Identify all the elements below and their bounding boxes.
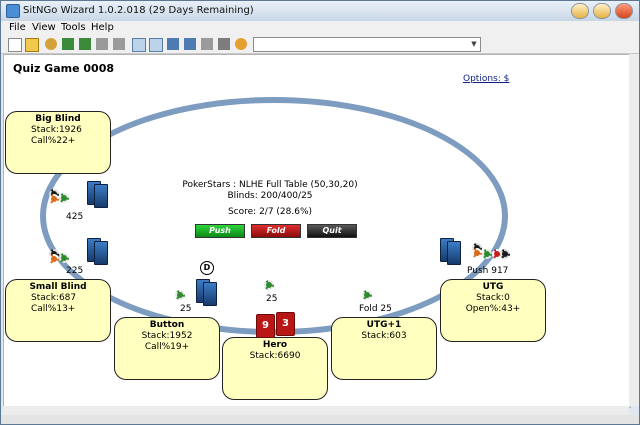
seat-small-blind: Small Blind Stack:687 Call%13+ bbox=[5, 279, 111, 342]
quiz-title: Quiz Game 0008 bbox=[13, 62, 115, 75]
forward-icon[interactable] bbox=[79, 38, 91, 50]
chip-icon bbox=[362, 290, 372, 300]
dealer-button-icon: D bbox=[200, 261, 214, 275]
app-icon bbox=[6, 4, 20, 18]
toolbar: ▼ bbox=[1, 35, 639, 54]
utg1-chip-stack bbox=[362, 290, 376, 304]
card-back-icon bbox=[94, 241, 108, 265]
button-bet-amount: 25 bbox=[180, 304, 192, 314]
menu-bar: File View Tools Help bbox=[1, 21, 639, 35]
chip-icon bbox=[482, 249, 492, 259]
table-info: PokerStars : NLHE Full Table (50,30,20) … bbox=[175, 180, 365, 218]
back-icon[interactable] bbox=[62, 38, 74, 50]
paste-icon[interactable] bbox=[149, 38, 163, 52]
card-back-icon bbox=[447, 241, 461, 265]
window-title: SitNGo Wizard 1.0.2.018 (29 Days Remaini… bbox=[23, 5, 254, 16]
table-icon[interactable] bbox=[184, 38, 196, 50]
open-folder-icon[interactable] bbox=[25, 38, 39, 52]
calculator-icon[interactable] bbox=[201, 38, 213, 50]
menu-file[interactable]: File bbox=[9, 22, 26, 33]
chip-icon bbox=[175, 290, 185, 300]
hero-chip-stack bbox=[264, 280, 278, 294]
copy-icon[interactable] bbox=[132, 38, 146, 52]
seat-info: Open%:43+ bbox=[465, 304, 521, 314]
seat-name: UTG bbox=[482, 282, 504, 292]
hero-card-1: 9 bbox=[256, 314, 275, 338]
chevron-down-icon[interactable]: ▼ bbox=[469, 39, 479, 50]
bb-chip-stack bbox=[49, 189, 69, 204]
chip-icon bbox=[59, 253, 69, 263]
seat-info: Call%13+ bbox=[31, 304, 76, 314]
new-file-icon[interactable] bbox=[8, 38, 22, 52]
seat-big-blind: Big Blind Stack:1926 Call%22+ bbox=[5, 111, 111, 174]
seat-stack: Stack:603 bbox=[361, 331, 407, 341]
utg-action: Push 917 bbox=[467, 266, 509, 276]
seat-stack: Stack:6690 bbox=[249, 351, 301, 361]
seat-name: UTG+1 bbox=[366, 320, 402, 330]
hero-bet-amount: 25 bbox=[266, 294, 278, 304]
seat-stack: Stack:687 bbox=[31, 293, 77, 303]
screen-icon[interactable] bbox=[167, 38, 179, 50]
utg1-action: Fold 25 bbox=[359, 304, 392, 314]
seat-name: Small Blind bbox=[29, 282, 87, 292]
chip-icon bbox=[500, 249, 510, 259]
close-button[interactable] bbox=[615, 3, 633, 19]
seat-utg: UTG Stack:0 Open%:43+ bbox=[440, 279, 546, 342]
bb-bet-amount: 425 bbox=[66, 212, 84, 222]
seat-stack: Stack:0 bbox=[476, 293, 510, 303]
sb-chip-stack bbox=[49, 249, 69, 264]
chip-icon bbox=[59, 193, 69, 203]
push-button[interactable]: Push bbox=[195, 224, 245, 238]
chips-icon[interactable] bbox=[45, 38, 57, 50]
minimize-button[interactable] bbox=[571, 3, 589, 19]
utg-chip-stack bbox=[472, 243, 510, 259]
seat-name: Hero bbox=[262, 340, 288, 350]
fold-button[interactable]: Fold bbox=[251, 224, 301, 238]
edit-icon[interactable] bbox=[218, 38, 230, 50]
chip-icon bbox=[472, 248, 482, 258]
table-blinds-line: Blinds: 200/400/25 bbox=[227, 191, 313, 201]
game-selector[interactable]: ▼ bbox=[253, 37, 481, 52]
seat-utg1: UTG+1 Stack:603 bbox=[331, 317, 437, 380]
maximize-button[interactable] bbox=[593, 3, 611, 19]
card-back-icon bbox=[94, 184, 108, 208]
menu-help[interactable]: Help bbox=[91, 22, 114, 33]
card-back-icon bbox=[203, 282, 217, 306]
quit-button[interactable]: Quit bbox=[307, 224, 357, 238]
quiz-score: Score: 2/7 (28.6%) bbox=[227, 207, 313, 217]
seat-hero: Hero Stack:6690 bbox=[222, 337, 328, 400]
seat-info: Call%22+ bbox=[31, 136, 76, 146]
settings-icon[interactable] bbox=[235, 38, 247, 50]
disabled-tool-2-icon[interactable] bbox=[113, 38, 125, 50]
seat-name: Big Blind bbox=[35, 114, 81, 124]
chip-icon bbox=[264, 280, 274, 290]
seat-info: Call%19+ bbox=[144, 342, 190, 352]
sb-bet-amount: 225 bbox=[66, 266, 84, 276]
chip-icon bbox=[49, 194, 59, 204]
menu-view[interactable]: View bbox=[32, 22, 56, 33]
chip-icon bbox=[49, 254, 59, 264]
seat-button: Button Stack:1952 Call%19+ bbox=[114, 317, 220, 380]
button-chip-stack bbox=[175, 290, 189, 304]
options-link[interactable]: Options: $ bbox=[463, 74, 509, 84]
title-bar: SitNGo Wizard 1.0.2.018 (29 Days Remaini… bbox=[1, 1, 639, 21]
status-bar bbox=[1, 415, 639, 424]
disabled-tool-icon[interactable] bbox=[96, 38, 108, 50]
seat-name: Button bbox=[149, 320, 185, 330]
vertical-scrollbar[interactable] bbox=[629, 54, 639, 406]
menu-tools[interactable]: Tools bbox=[61, 22, 86, 33]
seat-stack: Stack:1952 bbox=[141, 331, 193, 341]
table-site-line: PokerStars : NLHE Full Table (50,30,20) bbox=[182, 180, 358, 190]
hero-card-2: 3 bbox=[276, 312, 295, 336]
seat-stack: Stack:1926 bbox=[31, 125, 82, 135]
